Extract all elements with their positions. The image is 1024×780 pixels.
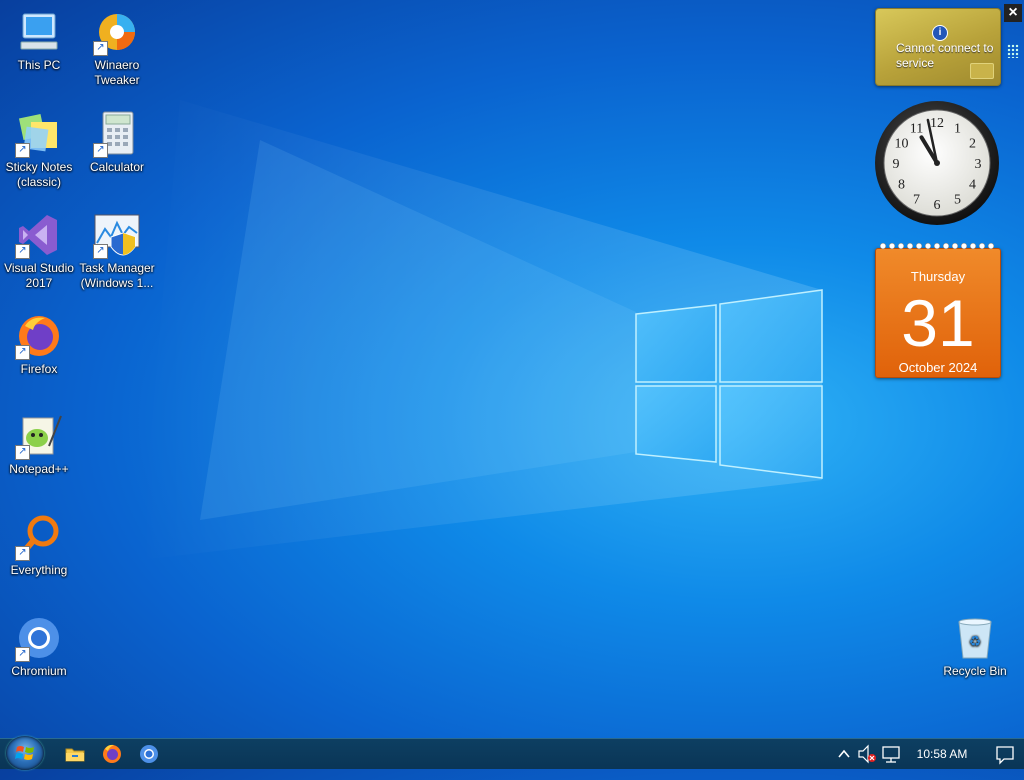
desktop-icon-label: This PC <box>17 58 61 72</box>
info-icon: i <box>932 25 948 41</box>
clock-hour-number: 1 <box>954 122 961 137</box>
calendar-weekday: Thursday <box>910 269 966 284</box>
analog-clock-face: 12 12 3 45678 9 1011 <box>875 101 999 225</box>
task-manager-icon: ↗ <box>93 211 141 259</box>
drag-gadget-grip[interactable] <box>1007 44 1019 58</box>
clock-hour-number: 12 <box>930 116 944 131</box>
desktop-icon-label: Firefox <box>20 362 58 376</box>
desktop-icon-label: Everything <box>10 563 68 577</box>
clock-hour-number: 5 <box>954 193 961 208</box>
visual-studio-icon: ↗ <box>15 211 63 259</box>
calendar-page: Thursday 31 October 2024 <box>875 248 1001 378</box>
clock-hour-number: 3 <box>975 157 982 172</box>
clock-hour-number: 6 <box>934 198 941 213</box>
desktop-icon-recycle-bin[interactable]: ♻ Recycle Bin <box>935 614 1015 679</box>
clock-hour-number: 2 <box>969 137 976 152</box>
start-button[interactable] <box>6 736 44 770</box>
network-icon[interactable] <box>880 739 902 769</box>
close-icon[interactable]: × <box>1004 4 1022 22</box>
desktop-icon-label: Visual Studio 2017 <box>4 261 74 290</box>
clock-hour-number: 4 <box>969 178 976 193</box>
shortcut-arrow-icon: ↗ <box>15 445 30 460</box>
notepad-plus-plus-icon: ↗ <box>15 412 63 460</box>
clock-hour-number: 8 <box>898 178 905 193</box>
desktop-icon-task-manager[interactable]: ↗ Task Manager (Windows 1... <box>77 211 157 291</box>
firefox-icon: ↗ <box>15 312 63 360</box>
weather-badge <box>970 63 994 79</box>
sticky-notes-icon: ↗ <box>15 110 63 158</box>
desktop-icon-label: Chromium <box>11 664 67 678</box>
gadget-toolbar: × <box>1004 4 1022 66</box>
clock-hour-number: 7 <box>913 193 920 208</box>
desktop-icon-everything[interactable]: ↗ Everything <box>0 513 79 578</box>
desktop-icon-sticky-notes[interactable]: ↗ Sticky Notes (classic) <box>0 110 79 190</box>
calendar-binder-rings <box>879 240 995 252</box>
desktop-icon-calculator[interactable]: ↗ Calculator <box>77 110 157 175</box>
desktop-icon-label: Task Manager (Windows 1... <box>79 261 155 290</box>
desktop-icon-winaero-tweaker[interactable]: ↗ Winaero Tweaker <box>77 8 157 88</box>
desktop-icon-label: Notepad++ <box>9 462 69 476</box>
calendar-gadget[interactable]: Thursday 31 October 2024 <box>875 240 1001 378</box>
desktop-icon-label: Winaero Tweaker <box>94 58 140 87</box>
volume-muted-icon[interactable] <box>856 739 878 769</box>
shortcut-arrow-icon: ↗ <box>15 546 30 561</box>
show-hidden-icons-chevron[interactable] <box>834 739 854 769</box>
desktop[interactable]: This PC ↗ Sticky Notes (classic) ↗ Visua… <box>0 0 1024 738</box>
clock-hour-number: 9 <box>893 157 900 172</box>
calendar-day-number: 31 <box>901 286 975 360</box>
taskbar: 10:58 AM <box>0 736 1024 770</box>
clock-hour-number: 10 <box>895 137 909 152</box>
taskbar-clock[interactable]: 10:58 AM <box>904 739 980 769</box>
shortcut-arrow-icon: ↗ <box>93 143 108 158</box>
shortcut-arrow-icon: ↗ <box>93 41 108 56</box>
winaero-icon: ↗ <box>93 8 141 56</box>
calculator-icon: ↗ <box>93 110 141 158</box>
recycle-bin-icon: ♻ <box>951 614 999 662</box>
desktop-icon-label: Calculator <box>89 160 145 174</box>
desktop-icon-this-pc[interactable]: This PC <box>0 8 79 73</box>
shortcut-arrow-icon: ↗ <box>93 244 108 259</box>
desktop-icon-visual-studio[interactable]: ↗ Visual Studio 2017 <box>0 211 79 291</box>
chromium-icon[interactable] <box>137 743 161 765</box>
shortcut-arrow-icon: ↗ <box>15 143 30 158</box>
shortcut-arrow-icon: ↗ <box>15 647 30 662</box>
action-center-icon[interactable] <box>990 739 1020 769</box>
desktop-icon-label: Recycle Bin <box>943 664 1007 678</box>
calendar-month-year: October 2024 <box>898 360 978 375</box>
svg-text:♻: ♻ <box>969 634 982 650</box>
system-tray: 10:58 AM <box>834 739 1024 769</box>
chromium-icon: ↗ <box>15 614 63 662</box>
firefox-icon[interactable] <box>100 743 124 765</box>
shortcut-arrow-icon: ↗ <box>15 244 30 259</box>
computer-icon <box>15 8 63 56</box>
desktop-icon-chromium[interactable]: ↗ Chromium <box>0 614 79 679</box>
desktop-icon-label: Sticky Notes (classic) <box>5 160 73 189</box>
clock-hour-number: 11 <box>910 122 923 137</box>
weather-gadget[interactable]: i Cannot connect to service <box>875 8 1001 86</box>
shortcut-arrow-icon: ↗ <box>15 345 30 360</box>
desktop-icon-notepad-plus-plus[interactable]: ↗ Notepad++ <box>0 412 79 477</box>
everything-search-icon: ↗ <box>15 513 63 561</box>
desktop-icon-firefox[interactable]: ↗ Firefox <box>0 312 79 377</box>
windows-logo-icon <box>15 746 34 760</box>
clock-gadget[interactable]: 12 1 2 3 4 5 6 7 8 9 10 11 <box>874 100 1000 226</box>
file-explorer-icon[interactable] <box>63 743 87 765</box>
